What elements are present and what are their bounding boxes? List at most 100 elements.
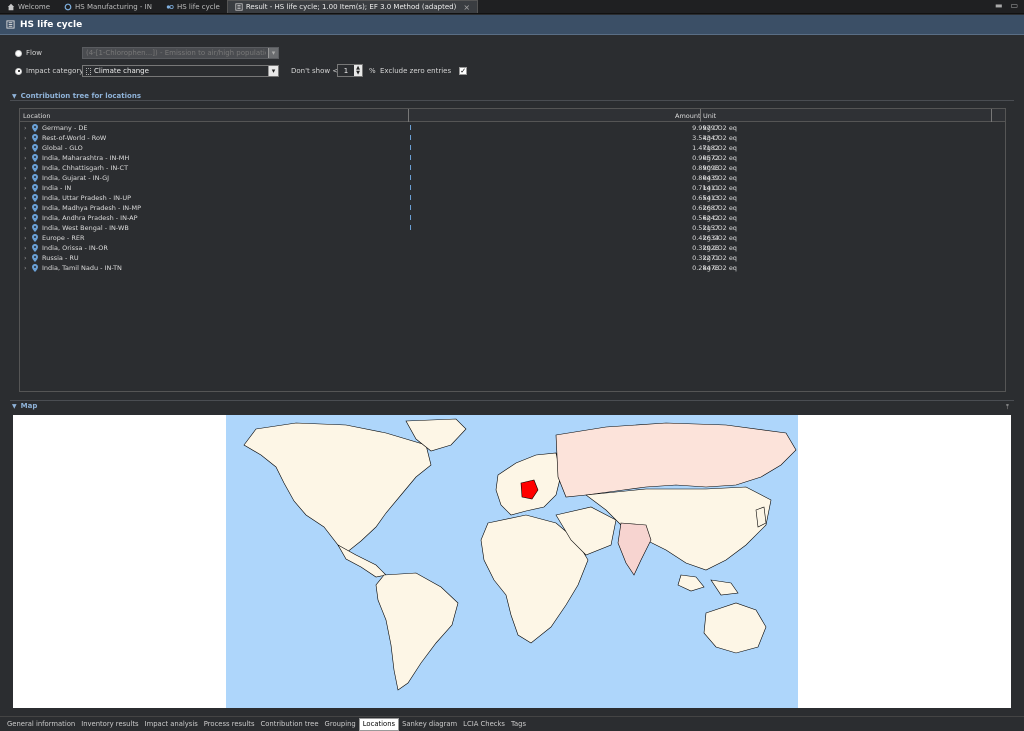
page-tab-sankey-diagram[interactable]: Sankey diagram xyxy=(399,718,460,731)
editor-header: HS life cycle xyxy=(0,15,1024,35)
spinner-arrows-icon[interactable]: ▲ ▼ xyxy=(354,65,362,76)
contribution-bar xyxy=(410,155,411,160)
tree-row[interactable]: › Germany - DE 9.99797 kg CO2 eq xyxy=(20,123,1005,133)
contribution-bar xyxy=(410,125,411,130)
page-tab-lcia-checks[interactable]: LCIA Checks xyxy=(460,718,508,731)
chevron-down-icon[interactable]: ▾ xyxy=(268,66,278,76)
contribution-bar xyxy=(410,205,411,210)
tree-row[interactable]: › India, Maharashtra - IN-MH 0.90572 kg CO2… xyxy=(20,153,1005,163)
column-divider[interactable] xyxy=(700,109,701,122)
tree-row[interactable]: › Russia - RU 0.32271 kg CO2 eq xyxy=(20,253,1005,263)
tree-row[interactable]: › India, Andhra Pradesh - IN-AP 0.56242 kg … xyxy=(20,213,1005,223)
flow-radio[interactable] xyxy=(15,49,22,57)
location-pin-icon xyxy=(32,164,38,172)
maximize-icon[interactable]: ▭ xyxy=(1010,1,1018,10)
column-divider[interactable] xyxy=(408,109,409,122)
tree-row[interactable]: › Rest-of-World - RoW 3.54347 kg CO2 eq xyxy=(20,133,1005,143)
expand-chevron-icon[interactable]: › xyxy=(24,214,27,222)
map-section-header[interactable]: ▼ Map xyxy=(12,402,37,410)
tree-row[interactable]: › India, Tamil Nadu - IN-TN 0.28476 kg CO2 … xyxy=(20,263,1005,273)
page-tab-impact-analysis[interactable]: Impact analysis xyxy=(142,718,201,731)
tree-row[interactable]: › India, Orissa - IN-OR 0.32926 kg CO2 eq xyxy=(20,243,1005,253)
location-name: India, Chhattisgarh - IN-CT xyxy=(42,164,129,172)
chevron-down-icon[interactable]: ▾ xyxy=(268,48,278,58)
window-controls: ▬ ▭ xyxy=(995,1,1018,10)
tab-result[interactable]: Result - HS life cycle; 1.00 Item(s); EF… xyxy=(226,0,479,13)
tree-row[interactable]: › India, Madhya Pradesh - IN-MP 0.62687 kg … xyxy=(20,203,1005,213)
expand-chevron-icon[interactable]: › xyxy=(24,194,27,202)
tree-row[interactable]: › India, Gujarat - IN-GJ 0.80439 kg CO2 eq xyxy=(20,173,1005,183)
location-name: India, West Bengal - IN-WB xyxy=(42,224,129,232)
flow-radio-row[interactable]: Flow xyxy=(15,49,42,57)
page-tab-process-results[interactable]: Process results xyxy=(201,718,258,731)
tab-hs-life-cycle[interactable]: HS life cycle xyxy=(159,0,227,13)
unit-value: kg CO2 eq xyxy=(703,214,737,222)
contribution-section-header[interactable]: ▼ Contribution tree for locations xyxy=(12,92,141,100)
expand-chevron-icon[interactable]: › xyxy=(24,144,27,152)
expand-chevron-icon[interactable]: › xyxy=(24,264,27,272)
expand-chevron-icon[interactable]: › xyxy=(24,204,27,212)
contribution-bar xyxy=(410,185,411,190)
expand-chevron-icon[interactable]: › xyxy=(24,164,27,172)
location-name: India, Uttar Pradesh - IN-UP xyxy=(42,194,132,202)
page-tab-grouping[interactable]: Grouping xyxy=(322,718,359,731)
exclude-zero-checkbox[interactable]: ✓ xyxy=(459,67,468,75)
expand-chevron-icon[interactable]: › xyxy=(24,224,27,232)
impact-category-label: Impact category xyxy=(26,67,84,75)
location-name: Russia - RU xyxy=(42,254,79,262)
tab-welcome[interactable]: Welcome xyxy=(0,0,57,13)
expand-chevron-icon[interactable]: › xyxy=(24,124,27,132)
tree-row[interactable]: › India, West Bengal - IN-WB 0.52157 kg CO2… xyxy=(20,223,1005,233)
impact-radio-row[interactable]: Impact category xyxy=(15,67,83,75)
location-name: India, Orissa - IN-OR xyxy=(42,244,108,252)
contribution-bar xyxy=(410,165,411,170)
tab-hs-manufacturing[interactable]: HS Manufacturing - IN xyxy=(57,0,159,13)
amount-column-header[interactable]: Amount xyxy=(675,112,701,120)
export-icon[interactable]: ⤒ xyxy=(1006,403,1009,412)
impact-category-radio[interactable] xyxy=(15,67,22,75)
expand-chevron-icon[interactable]: › xyxy=(24,174,27,182)
tree-row[interactable]: › India, Chhattisgarh - IN-CT 0.89096 kg CO… xyxy=(20,163,1005,173)
page-tab-inventory-results[interactable]: Inventory results xyxy=(78,718,141,731)
location-pin-icon xyxy=(32,264,38,272)
process-icon xyxy=(64,3,72,10)
exclude-zero-row[interactable]: Exclude zero entries ✓ xyxy=(380,67,468,75)
dont-show-spinner[interactable]: 1 ▲ ▼ xyxy=(337,64,363,77)
tree-row[interactable]: › Europe - RER 0.42634 kg CO2 eq xyxy=(20,233,1005,243)
close-icon[interactable]: × xyxy=(463,3,470,12)
product-system-icon xyxy=(166,4,174,9)
page-tab-tags[interactable]: Tags xyxy=(508,718,529,731)
contribution-bar xyxy=(410,135,411,140)
page-tab-locations[interactable]: Locations xyxy=(358,717,400,731)
page-title: HS life cycle xyxy=(20,19,83,30)
expand-chevron-icon[interactable]: › xyxy=(24,134,27,142)
expand-chevron-icon[interactable]: › xyxy=(24,184,27,192)
unit-value: kg CO2 eq xyxy=(703,134,737,142)
location-name: India, Andhra Pradesh - IN-AP xyxy=(42,214,138,222)
location-pin-icon xyxy=(32,224,38,232)
unit-column-header[interactable]: Unit xyxy=(703,112,716,120)
tree-row[interactable]: › India, Uttar Pradesh - IN-UP 0.65413 kg C… xyxy=(20,193,1005,203)
tree-row[interactable]: › India - IN 0.71411 kg CO2 eq xyxy=(20,183,1005,193)
expand-chevron-icon[interactable]: › xyxy=(24,234,27,242)
unit-value: kg CO2 eq xyxy=(703,254,737,262)
contribution-bar xyxy=(410,145,411,150)
location-name: India, Madhya Pradesh - IN-MP xyxy=(42,204,142,212)
expand-chevron-icon[interactable]: › xyxy=(24,154,27,162)
flow-select[interactable]: (4-[1-Chlorophen...]) - Emission to air/… xyxy=(82,47,279,59)
tab-label: HS life cycle xyxy=(176,2,220,11)
expand-chevron-icon[interactable]: › xyxy=(24,254,27,262)
page-tab-general-information[interactable]: General information xyxy=(4,718,78,731)
location-pin-icon xyxy=(32,214,38,222)
contribution-bar xyxy=(410,195,411,200)
tree-header: Location Amount Unit xyxy=(20,109,1005,122)
expand-chevron-icon[interactable]: › xyxy=(24,244,27,252)
minimize-icon[interactable]: ▬ xyxy=(995,1,1003,10)
impact-category-select[interactable]: Climate change ▾ xyxy=(82,65,279,77)
column-divider[interactable] xyxy=(991,109,992,122)
tab-label: Result - HS life cycle; 1.00 Item(s); EF… xyxy=(245,3,457,11)
page-tab-contribution-tree[interactable]: Contribution tree xyxy=(258,718,322,731)
world-map[interactable] xyxy=(226,415,798,708)
location-column-header[interactable]: Location xyxy=(23,112,51,120)
tree-row[interactable]: › Global - GLO 1.47182 kg CO2 eq xyxy=(20,143,1005,153)
